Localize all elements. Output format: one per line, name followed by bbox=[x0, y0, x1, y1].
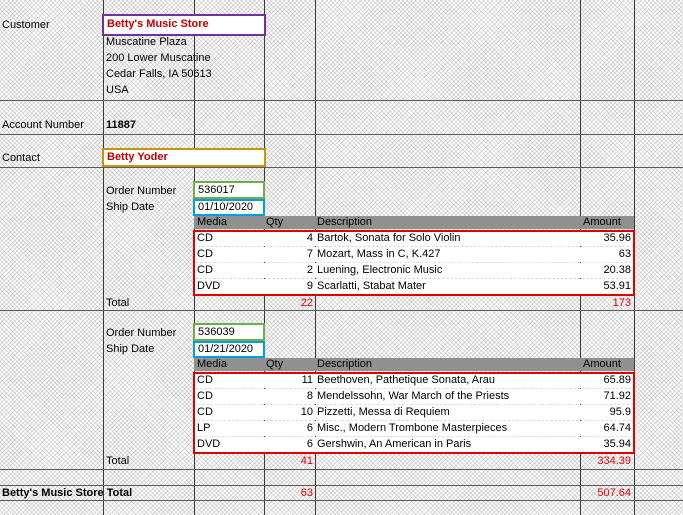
media-cell: CD bbox=[197, 232, 213, 244]
amount-cell: 20.38 bbox=[603, 264, 631, 276]
address-line: Cedar Falls, IA 50613 bbox=[106, 68, 212, 80]
description-cell: Pizzetti, Messa di Requiem bbox=[317, 406, 450, 418]
description-cell: Luening, Electronic Music bbox=[317, 264, 443, 276]
col-description-header: Description bbox=[317, 358, 373, 370]
total-qty: 22 bbox=[300, 297, 313, 309]
contact-label: Contact bbox=[2, 152, 40, 164]
grand-total-amount: 507.64 bbox=[597, 487, 631, 499]
col-amount-header: Amount bbox=[583, 358, 621, 370]
order-number: 536017 bbox=[198, 184, 235, 196]
total-label: Total bbox=[106, 455, 130, 467]
col-amount-header: Amount bbox=[583, 216, 621, 228]
total-label: Total bbox=[106, 297, 130, 309]
amount-cell: 63 bbox=[618, 248, 631, 260]
address-line: Muscatine Plaza bbox=[106, 36, 187, 48]
ship-date: 01/10/2020 bbox=[198, 201, 254, 213]
ship-date: 01/21/2020 bbox=[198, 343, 254, 355]
media-cell: CD bbox=[197, 406, 213, 418]
divider bbox=[0, 100, 683, 101]
amount-cell: 95.9 bbox=[609, 406, 631, 418]
grand-total-qty: 63 bbox=[300, 487, 313, 499]
description-cell: Mendelssohn, War March of the Priests bbox=[317, 390, 510, 402]
col-media-header: Media bbox=[197, 358, 227, 370]
divider bbox=[0, 469, 683, 470]
address-line: USA bbox=[106, 84, 129, 96]
amount-cell: 65.89 bbox=[603, 374, 631, 386]
amount-cell: 35.94 bbox=[603, 438, 631, 450]
col-qty-header: Qty bbox=[266, 216, 284, 228]
qty-cell: 11 bbox=[301, 374, 313, 386]
order-number-label: Order Number bbox=[106, 327, 177, 339]
description-cell: Bartok, Sonata for Solo Violin bbox=[317, 232, 461, 244]
description-cell: Gershwin, An American in Paris bbox=[317, 438, 472, 450]
col-qty-header: Qty bbox=[266, 358, 284, 370]
description-cell: Mozart, Mass in C, K.427 bbox=[317, 248, 441, 260]
grand-total-label: Betty's Music Store Total bbox=[2, 487, 133, 499]
media-cell: DVD bbox=[197, 438, 221, 450]
order-table-header: Media Qty Description Amount bbox=[194, 216, 634, 229]
account-number: 11887 bbox=[106, 119, 136, 131]
amount-cell: 64.74 bbox=[603, 422, 631, 434]
ship-date-cell[interactable]: 01/10/2020 bbox=[193, 199, 265, 216]
order-table-header: Media Qty Description Amount bbox=[194, 358, 634, 371]
media-cell: DVD bbox=[197, 280, 221, 292]
media-cell: CD bbox=[197, 248, 213, 260]
qty-cell: 4 bbox=[306, 232, 313, 244]
total-amount: 173 bbox=[612, 297, 631, 309]
order-number-cell[interactable]: 536039 bbox=[193, 323, 265, 341]
contact-cell[interactable]: Betty Yoder bbox=[102, 148, 266, 167]
description-cell: Scarlatti, Stabat Mater bbox=[317, 280, 426, 292]
description-cell: Beethoven, Pathetique Sonata, Arau bbox=[317, 374, 495, 386]
grid-line bbox=[103, 0, 104, 515]
contact-name: Betty Yoder bbox=[107, 151, 168, 163]
ship-date-label: Ship Date bbox=[106, 343, 155, 355]
total-qty: 41 bbox=[300, 455, 313, 467]
grid-line bbox=[634, 0, 635, 515]
divider bbox=[0, 167, 683, 168]
description-cell: Misc., Modern Trombone Masterpieces bbox=[317, 422, 508, 434]
media-cell: CD bbox=[197, 264, 213, 276]
amount-cell: 35.96 bbox=[603, 232, 631, 244]
amount-cell: 53.91 bbox=[603, 280, 631, 292]
customer-name: Betty's Music Store bbox=[107, 18, 209, 30]
media-cell: LP bbox=[197, 422, 211, 434]
order-number: 536039 bbox=[198, 326, 235, 338]
qty-cell: 9 bbox=[306, 280, 313, 292]
qty-cell: 6 bbox=[306, 438, 313, 450]
qty-cell: 8 bbox=[306, 390, 313, 402]
col-media-header: Media bbox=[197, 216, 227, 228]
customer-label: Customer bbox=[2, 19, 50, 31]
qty-cell: 10 bbox=[300, 406, 313, 418]
customer-name-cell[interactable]: Betty's Music Store bbox=[102, 14, 266, 36]
account-label: Account Number bbox=[2, 119, 84, 131]
address-line: 200 Lower Muscatine bbox=[106, 52, 211, 64]
order-number-cell[interactable]: 536017 bbox=[193, 181, 265, 199]
order-number-label: Order Number bbox=[106, 185, 177, 197]
total-amount: 334.39 bbox=[597, 455, 631, 467]
divider bbox=[0, 134, 683, 135]
ship-date-cell[interactable]: 01/21/2020 bbox=[193, 341, 265, 358]
qty-cell: 7 bbox=[306, 248, 313, 260]
amount-cell: 71.92 bbox=[603, 390, 631, 402]
media-cell: CD bbox=[197, 390, 213, 402]
qty-cell: 2 bbox=[306, 264, 313, 276]
media-cell: CD bbox=[197, 374, 213, 386]
col-description-header: Description bbox=[317, 216, 373, 228]
ship-date-label: Ship Date bbox=[106, 201, 155, 213]
qty-cell: 6 bbox=[306, 422, 313, 434]
